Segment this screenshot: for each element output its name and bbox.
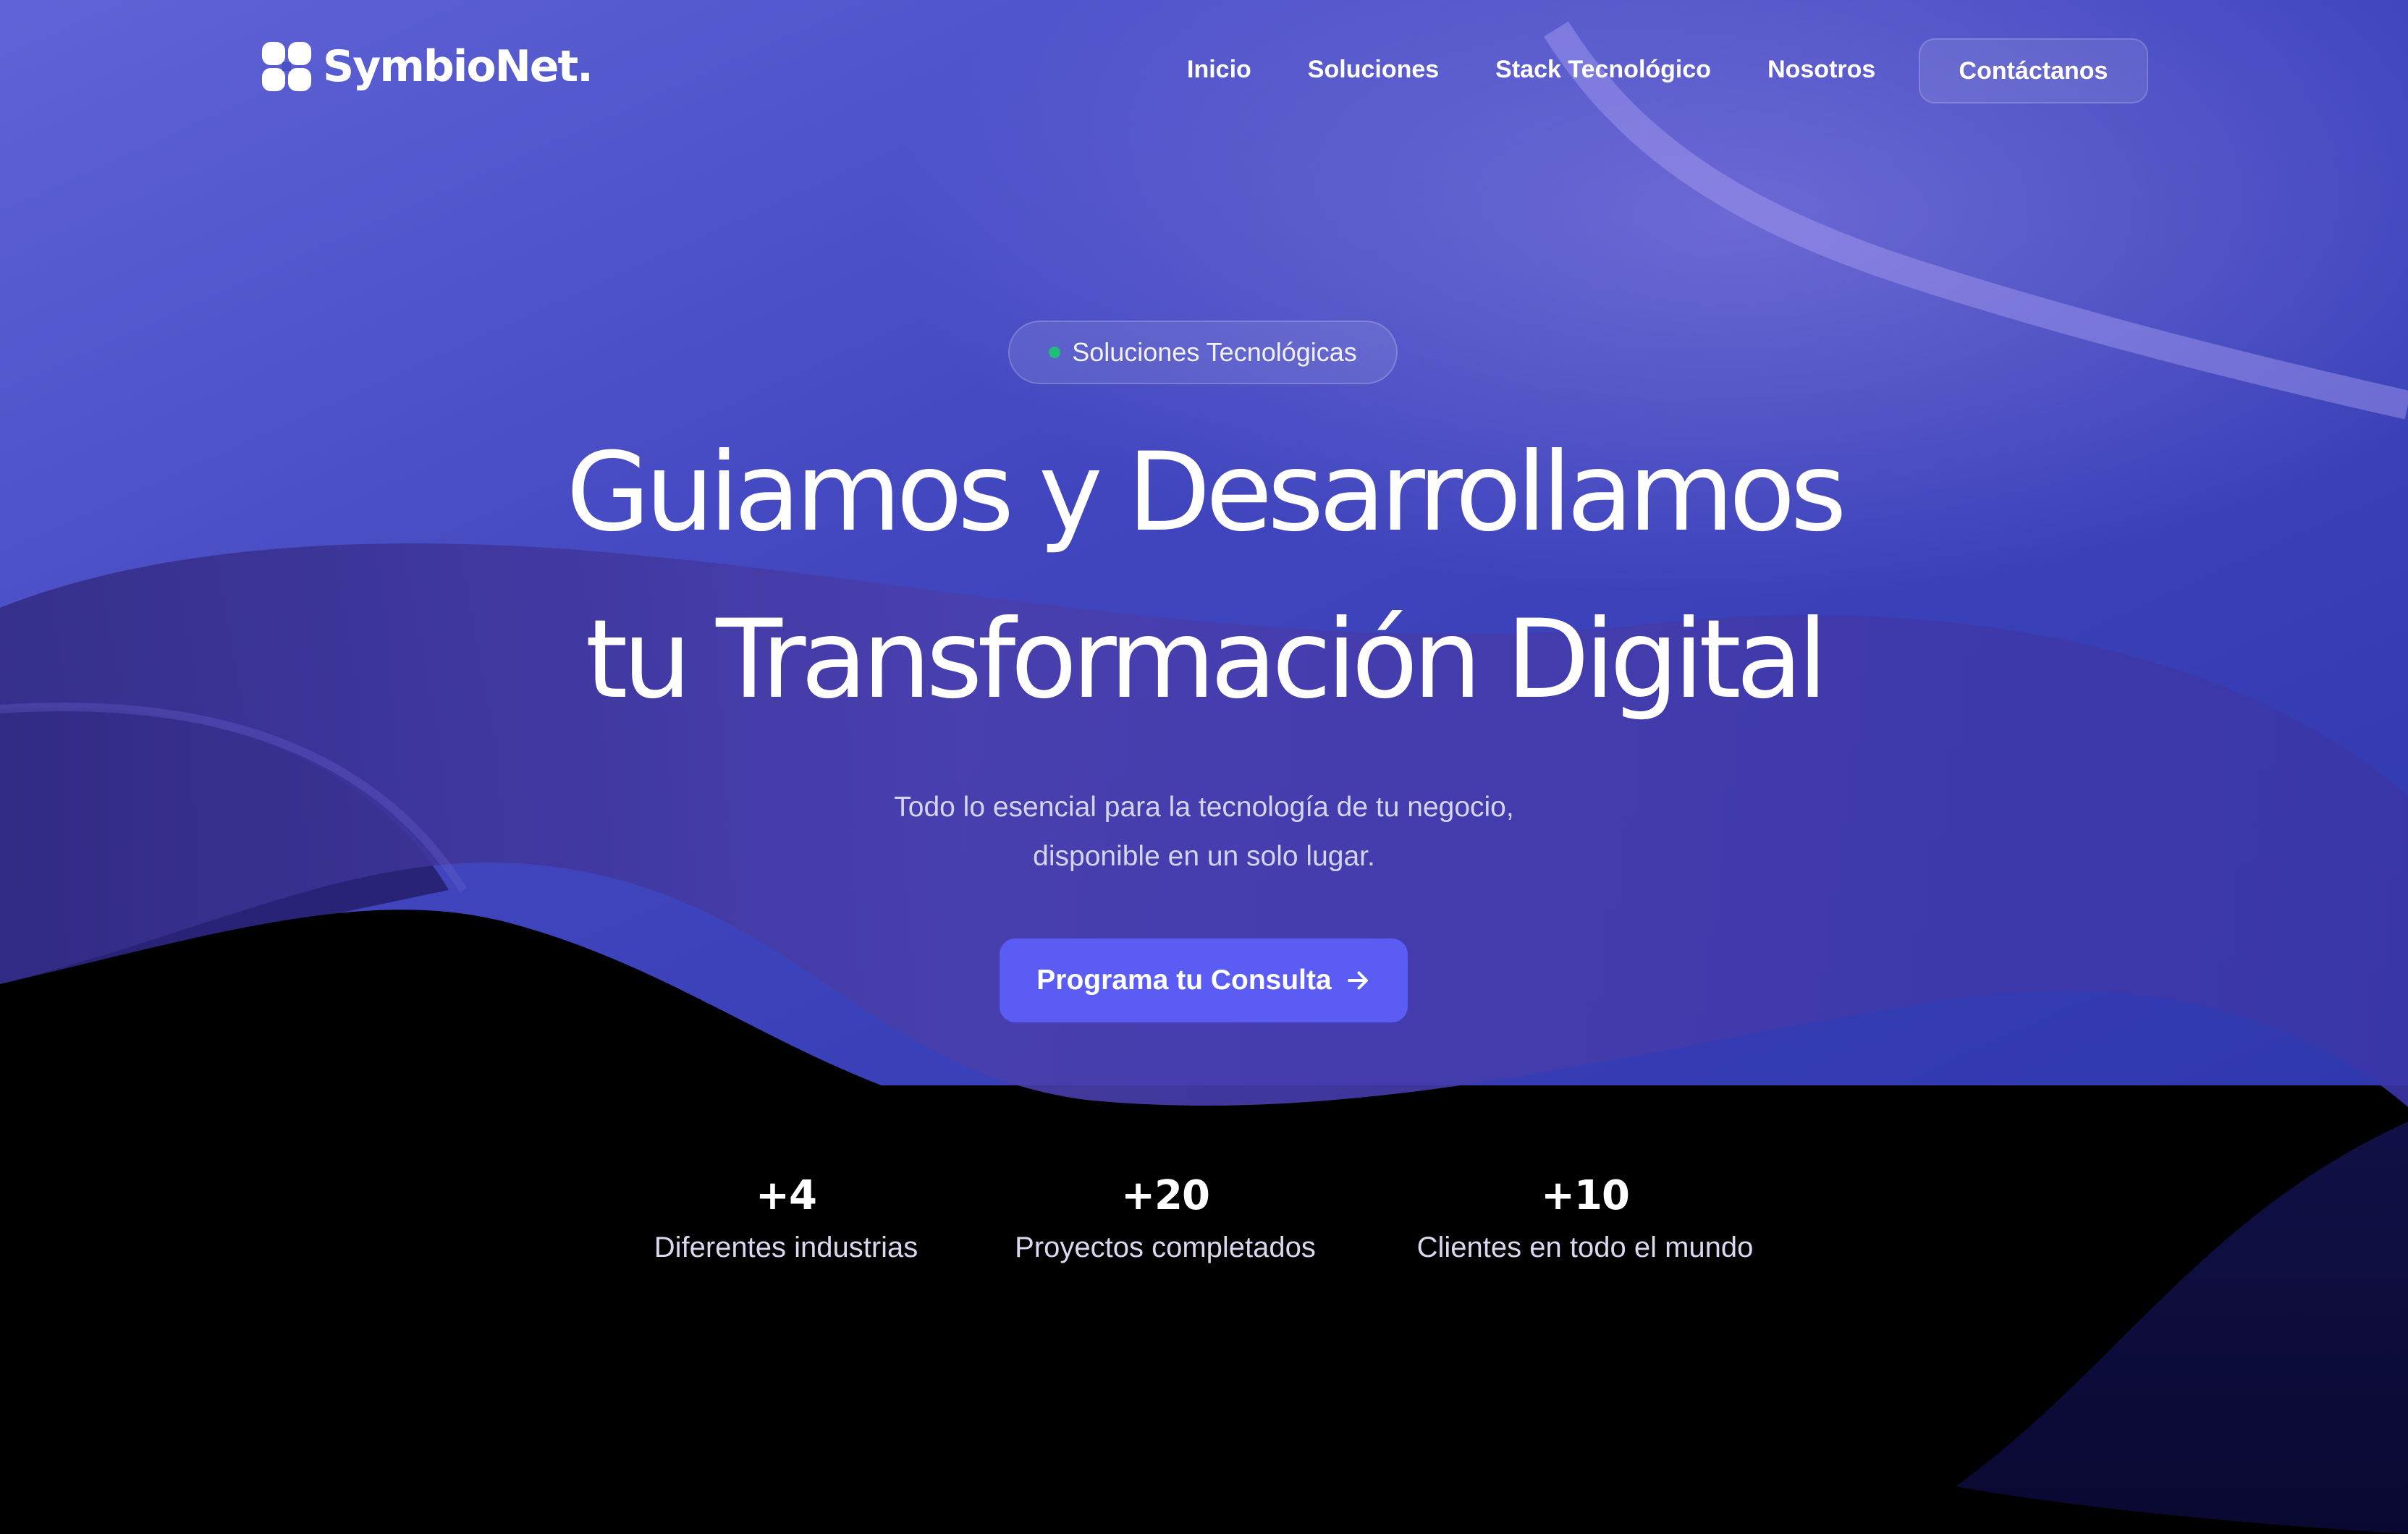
stat-label: Clientes en todo el mundo (1416, 1232, 1754, 1263)
hero-background (0, 0, 2408, 1534)
nav-links: Inicio Soluciones Stack Tecnológico Noso… (1187, 48, 1875, 91)
hero-badge-label: Soluciones Tecnológicas (1072, 337, 1357, 367)
nav-link-inicio[interactable]: Inicio (1187, 56, 1251, 84)
brand-name: SymbioNet. (323, 41, 593, 92)
stat-value: +20 (1121, 1172, 1210, 1219)
hero-title-line-2: tu Transformación Digital (585, 597, 1828, 723)
schedule-consultation-button[interactable]: Programa tu Consulta (1000, 938, 1408, 1022)
brand-logo[interactable]: SymbioNet. (261, 38, 593, 96)
status-dot (1049, 347, 1061, 358)
nav-link-soluciones[interactable]: Soluciones (1308, 56, 1439, 84)
flower-grid-icon (262, 42, 311, 91)
stat-value: +4 (756, 1172, 817, 1219)
nav-link-stack-tecnologico[interactable]: Stack Tecnológico (1495, 56, 1711, 84)
stat-label: Proyectos completados (1015, 1232, 1316, 1263)
stat-label: Diferentes industrias (654, 1232, 918, 1263)
stat-projects: +20 Proyectos completados (999, 1172, 1332, 1265)
nav-link-nosotros[interactable]: Nosotros (1767, 56, 1875, 84)
stat-clients: +10 Clientes en todo el mundo (1390, 1172, 1780, 1265)
top-navigation: SymbioNet. Inicio Soluciones Stack Tecno… (0, 0, 2408, 145)
hero-badge: Soluciones Tecnológicas (1008, 321, 1398, 384)
stat-value: +10 (1541, 1172, 1630, 1219)
hero-subtitle-line-2: disponible en un solo lugar. (1033, 841, 1375, 872)
hero-title-line-1: Guiamos y Desarrollamos (566, 430, 1846, 556)
cta-label: Programa tu Consulta (1036, 965, 1332, 996)
contact-button[interactable]: Contáctanos (1919, 38, 2148, 103)
arrow-right-icon (1347, 971, 1368, 990)
hero-subtitle-line-1: Todo lo esencial para la tecnología de t… (894, 792, 1514, 823)
landing-page: SymbioNet. Inicio Soluciones Stack Tecno… (0, 0, 2408, 1534)
stat-industries: +4 Diferentes industrias (634, 1172, 938, 1265)
